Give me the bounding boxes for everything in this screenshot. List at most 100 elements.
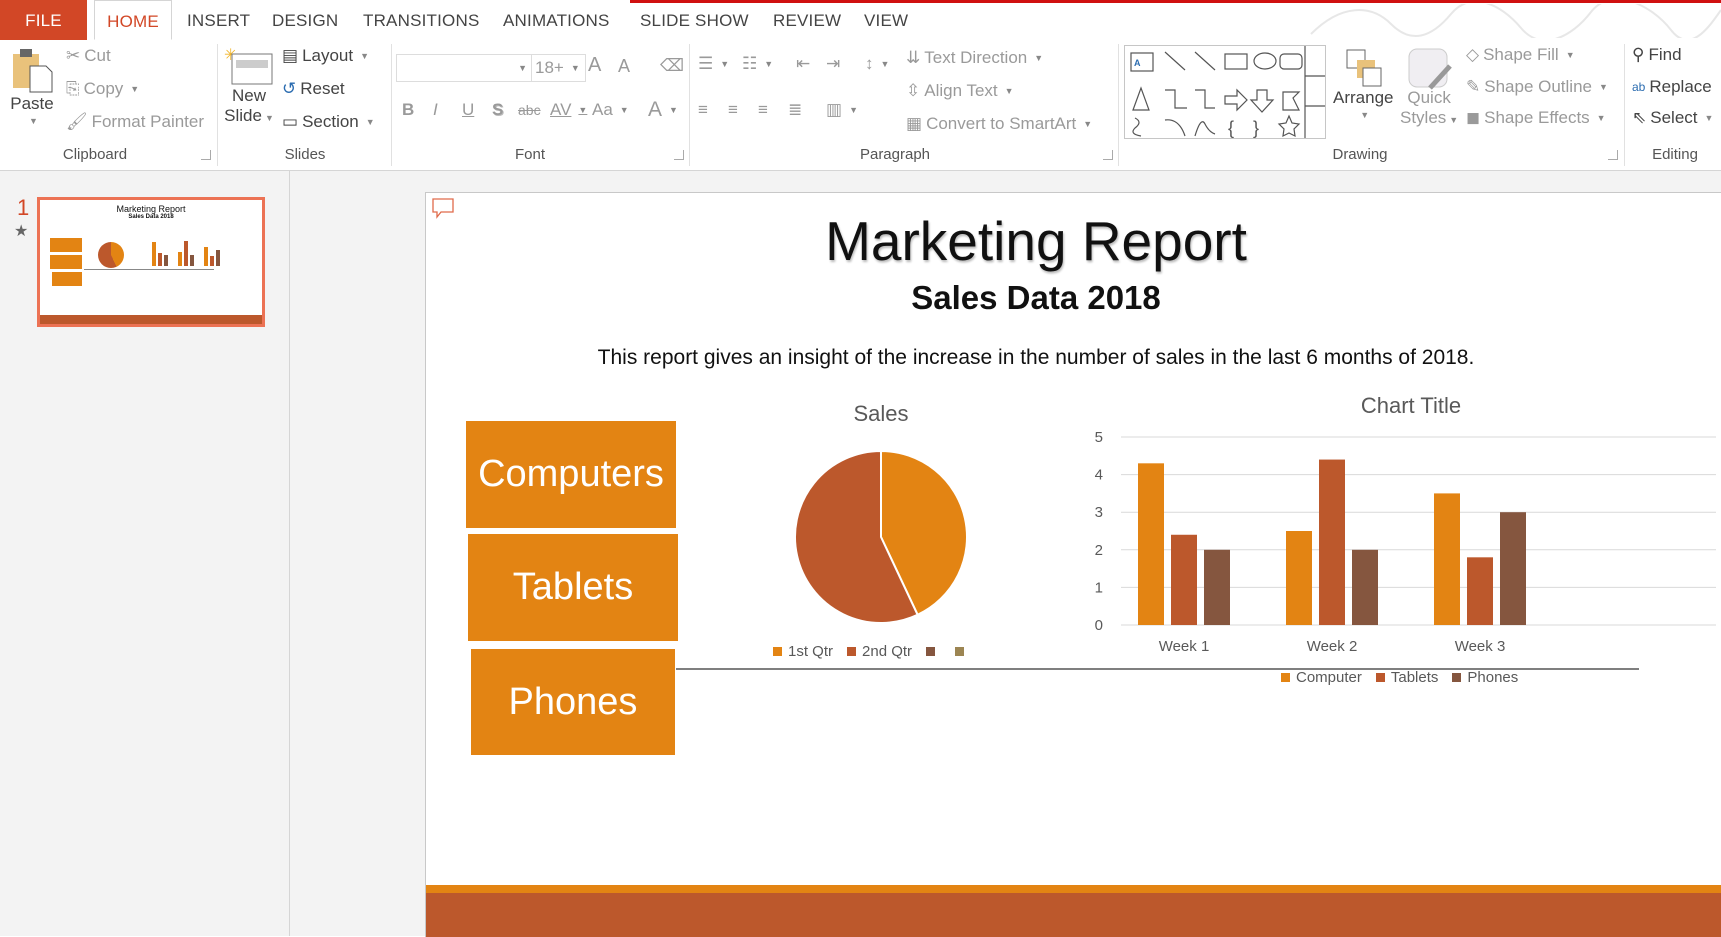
tab-design[interactable]: DESIGN xyxy=(272,0,338,40)
bar-phones-week-3[interactable] xyxy=(1500,512,1526,625)
pie-plot xyxy=(794,449,968,624)
cursor-icon: ⇖ xyxy=(1632,108,1647,127)
slide-subtitle[interactable]: Sales Data 2018 xyxy=(426,279,1646,317)
bar-computer-week-1[interactable] xyxy=(1138,463,1164,625)
font-launcher-icon[interactable] xyxy=(674,150,684,160)
bar-tablets-week-2[interactable] xyxy=(1319,459,1345,625)
footer-band xyxy=(426,893,1721,937)
divider xyxy=(217,44,218,166)
clear-formatting-button[interactable]: ⌫ xyxy=(660,56,684,76)
grow-font-button[interactable]: A xyxy=(588,54,601,77)
bar-plot: 0 1 2 3 4 5 Week 1 Week 2 Week 3 xyxy=(1095,429,1716,655)
font-name-select[interactable]: ▼ xyxy=(396,54,532,82)
align-text-button[interactable]: ⇳ Align Text ▼ xyxy=(906,81,1014,101)
underline-button[interactable]: U xyxy=(462,100,474,120)
paragraph-launcher-icon[interactable] xyxy=(1103,150,1113,160)
increase-indent-button[interactable]: ⇥ xyxy=(826,54,840,74)
bar-tablets-week-1[interactable] xyxy=(1171,534,1197,625)
tab-home[interactable]: HOME xyxy=(94,0,172,40)
line-spacing-icon: ↕ xyxy=(865,54,874,73)
paintbrush-icon: 🖌 xyxy=(66,112,88,131)
svg-text:A: A xyxy=(1134,58,1141,68)
bar-legend: Computer Tablets Phones xyxy=(1281,669,1532,687)
shape-effects-button[interactable]: ◼ Shape Effects ▼ xyxy=(1466,108,1606,128)
shape-outline-button[interactable]: ✎ Shape Outline ▼ xyxy=(1466,77,1608,97)
find-button[interactable]: ⚲ Find xyxy=(1632,45,1682,65)
shape-fill-button[interactable]: ◇ Shape Fill ▼ xyxy=(1466,45,1575,65)
pie-chart[interactable]: Sales 1st Qtr 2nd Qtr xyxy=(741,401,1021,671)
replace-icon: ab xyxy=(1632,80,1646,94)
bar-chart[interactable]: Chart Title 0 1 2 3 4 5 Week 1 Week 2 Week 3 Com… xyxy=(1081,393,1721,693)
align-text-icon: ⇳ xyxy=(906,81,921,100)
shrink-font-button[interactable]: A xyxy=(618,56,630,77)
slide-thumbnail[interactable]: Marketing Report Sales Data 2018 xyxy=(37,197,265,327)
pie-chart-title: Sales xyxy=(853,401,909,426)
category-box-tablets[interactable]: Tablets xyxy=(468,534,678,641)
numbering-button[interactable]: ☷ ▼ xyxy=(742,54,773,74)
bar-phones-week-2[interactable] xyxy=(1352,549,1378,625)
decrease-indent-button[interactable]: ⇤ xyxy=(796,54,810,74)
slide-title[interactable]: Marketing Report xyxy=(426,209,1646,273)
align-left-button[interactable]: ≡ xyxy=(698,100,708,120)
slide[interactable]: Marketing Report Sales Data 2018 This re… xyxy=(425,192,1721,937)
character-spacing-button[interactable]: AV ▼ xyxy=(550,100,587,120)
legend-swatch xyxy=(1375,673,1385,682)
arrange-button[interactable]: Arrange ▼ xyxy=(1333,46,1393,120)
line-spacing-button[interactable]: ↕ ▼ xyxy=(865,54,889,74)
select-button[interactable]: ⇖ Select ▼ xyxy=(1632,108,1713,128)
bar-computer-week-3[interactable] xyxy=(1434,493,1460,625)
copy-button[interactable]: ⎘ Copy ▼ xyxy=(66,79,139,99)
legend-label: 2nd Qtr xyxy=(862,643,913,660)
group-label-font: Font xyxy=(514,146,545,163)
group-label-clipboard: Clipboard xyxy=(62,146,128,163)
font-size-select[interactable]: 18+ ▼ xyxy=(531,54,586,82)
tab-slide-show[interactable]: SLIDE SHOW xyxy=(640,0,749,40)
convert-smartart-button[interactable]: ▦ Convert to SmartArt ▼ xyxy=(906,114,1092,134)
tab-file[interactable]: FILE xyxy=(0,0,87,40)
shapes-gallery[interactable]: A {} xyxy=(1124,45,1326,139)
tab-insert[interactable]: INSERT xyxy=(187,0,250,40)
align-right-button[interactable]: ≡ xyxy=(758,100,768,120)
cut-button[interactable]: ✂ Cut xyxy=(66,46,111,66)
columns-icon: ▥ xyxy=(826,100,843,119)
legend-swatch xyxy=(1281,673,1290,682)
pie-legend-item: 1st Qtr xyxy=(773,643,833,660)
bar-tablets-week-3[interactable] xyxy=(1467,557,1493,625)
justify-button[interactable]: ≣ xyxy=(788,100,802,120)
category-box-computers[interactable]: Computers xyxy=(466,421,676,528)
divider xyxy=(1624,44,1625,166)
section-button[interactable]: ▭ Section ▼ xyxy=(282,112,375,132)
reset-button[interactable]: ↺ Reset xyxy=(282,79,345,99)
bar-phones-week-1[interactable] xyxy=(1204,549,1230,625)
new-slide-button[interactable]: ✳ New Slide ▼ xyxy=(224,46,274,126)
text-direction-button[interactable]: ⇊ Text Direction ▼ xyxy=(906,48,1043,68)
replace-button[interactable]: ab Replace xyxy=(1632,77,1712,97)
slide-thumbnail-pane: 1 ★ Marketing Report Sales Data 2018 xyxy=(0,171,290,936)
center-button[interactable]: ≡ xyxy=(728,100,738,120)
tab-view[interactable]: VIEW xyxy=(864,0,908,40)
change-case-button[interactable]: Aa ▼ xyxy=(592,100,629,120)
category-box-phones[interactable]: Phones xyxy=(471,649,675,755)
strikethrough-button[interactable]: abc xyxy=(518,102,541,118)
pie-legend-item xyxy=(955,647,970,656)
tab-review[interactable]: REVIEW xyxy=(773,0,841,40)
paste-button[interactable]: Paste ▼ xyxy=(10,46,54,126)
bar-computer-week-2[interactable] xyxy=(1286,531,1312,625)
layout-button[interactable]: ▤ Layout ▼ xyxy=(282,46,369,66)
font-color-button[interactable]: A ▼ xyxy=(648,98,678,122)
shadow-button[interactable]: S xyxy=(492,100,503,120)
format-painter-button[interactable]: 🖌 Format Painter xyxy=(66,112,204,132)
italic-button[interactable]: I xyxy=(433,100,438,120)
legend-swatch xyxy=(955,647,965,656)
drawing-launcher-icon[interactable] xyxy=(1608,150,1618,160)
ribbon: Paste ▼ ✂ Cut ⎘ Copy ▼ 🖌 Format Painter Clip… xyxy=(0,40,1721,171)
columns-button[interactable]: ▥ ▼ xyxy=(826,100,858,120)
tab-transitions[interactable]: TRANSITIONS xyxy=(363,0,480,40)
tab-animations[interactable]: ANIMATIONS xyxy=(503,0,610,40)
quick-styles-button[interactable]: Quick Styles ▼ xyxy=(1400,46,1458,128)
slide-body-text[interactable]: This report gives an insight of the incr… xyxy=(426,346,1646,370)
bold-button[interactable]: B xyxy=(402,100,414,120)
bullets-button[interactable]: ☰ ▼ xyxy=(698,54,729,74)
align-left-icon: ≡ xyxy=(698,100,708,119)
clipboard-launcher-icon[interactable] xyxy=(201,150,211,160)
